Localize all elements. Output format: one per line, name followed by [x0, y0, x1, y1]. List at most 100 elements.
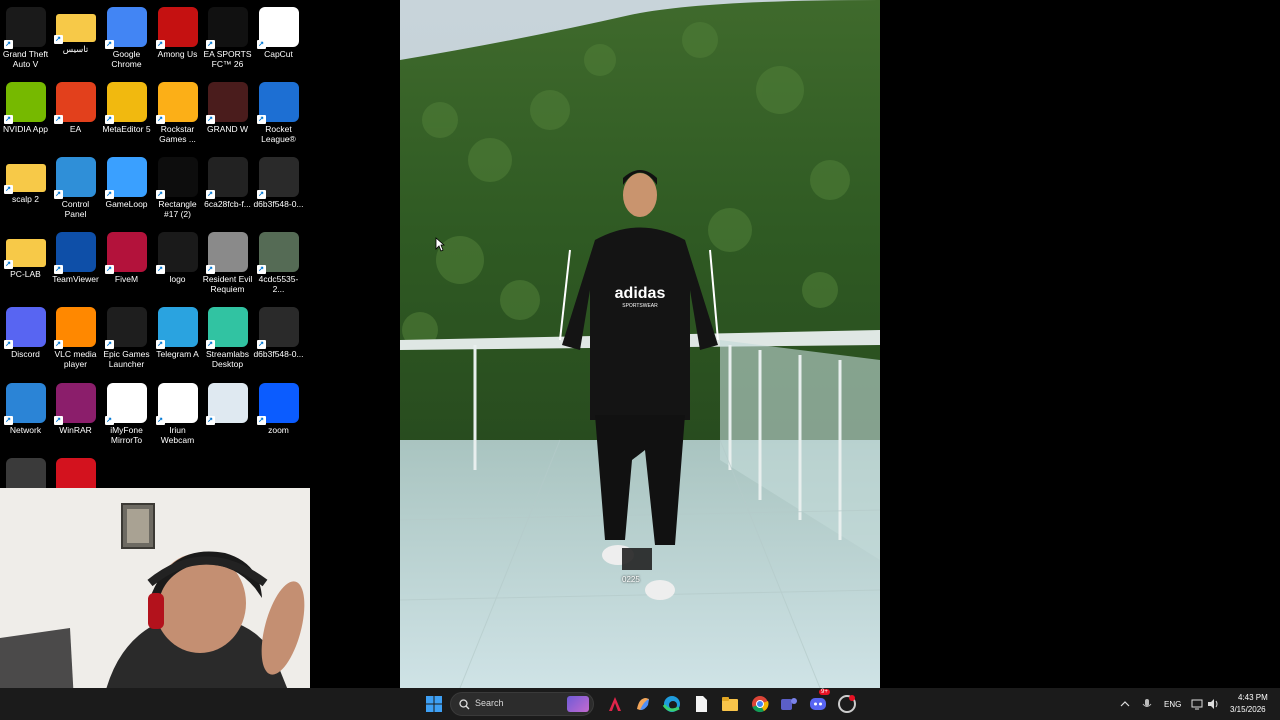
- desktop-icon[interactable]: ↗ zoom: [253, 380, 304, 435]
- windows-start-icon: [426, 696, 442, 712]
- desktop-icon[interactable]: ↗ Rectangle #17 (2): [152, 154, 203, 219]
- desktop-icon[interactable]: ↗ CapCut: [253, 4, 304, 59]
- shortcut-arrow-icon: ↗: [53, 340, 63, 349]
- desktop-icon-label: GameLoop: [105, 199, 148, 209]
- search-highlight-icon: [567, 696, 589, 712]
- desktop-icon-label: FiveM: [114, 274, 139, 284]
- desktop-icon-label: EA: [69, 124, 82, 134]
- gameloop-icon: ↗: [104, 157, 147, 199]
- rockstar-icon: ↗: [155, 82, 198, 124]
- control-panel-icon: ↗: [53, 157, 96, 199]
- desktop-icon-label: Rectangle #17 (2): [158, 199, 197, 219]
- desktop-icon[interactable]: ↗ Iriun Webcam: [152, 380, 203, 445]
- desktop-icon[interactable]: ↗ d6b3f548-0...: [253, 304, 304, 359]
- desktop-icon[interactable]: ↗ TeamViewer: [50, 229, 101, 284]
- desktop-icon[interactable]: ↗ FiveM: [101, 229, 152, 284]
- desktop-icon-label: Rocket League®: [261, 124, 296, 144]
- desktop-icon[interactable]: ↗ VLC media player: [50, 304, 101, 369]
- shortcut-arrow-icon: ↗: [3, 416, 13, 425]
- desktop-icon[interactable]: ↗ 6ca28fcb-f...: [202, 154, 253, 209]
- folder-icon: ↗: [3, 239, 46, 269]
- gta-v-icon: ↗: [3, 7, 46, 49]
- desktop-icon[interactable]: ↗ Discord: [0, 304, 51, 359]
- wallpaper-photo: adidas SPORTSWEAR 0225: [400, 0, 880, 688]
- desktop-icon[interactable]: ↗ GRAND W: [202, 79, 253, 134]
- clock-time[interactable]: 4:43 PM: [1238, 693, 1268, 702]
- shortcut-arrow-icon: ↗: [3, 340, 13, 349]
- desktop-icon-label: d6b3f548-0...: [253, 349, 304, 359]
- desktop-icon-label: Epic Games Launcher: [103, 349, 150, 369]
- desktop-icon[interactable]: ↗ EA: [50, 79, 101, 134]
- taskbar-teams-icon[interactable]: [777, 693, 799, 715]
- desktop-icon-label: Streamlabs Desktop: [206, 349, 249, 369]
- desktop-icon-label: WinRAR: [59, 425, 92, 435]
- shortcut-arrow-icon: ↗: [3, 185, 13, 194]
- shortcut-arrow-icon: ↗: [53, 416, 63, 425]
- desktop-icon-label: Google Chrome: [111, 49, 142, 69]
- desktop-icon-label: 6ca28fcb-f...: [204, 199, 251, 209]
- taskbar-faceit-icon[interactable]: [836, 693, 858, 715]
- desktop-icon[interactable]: ↗ تاسيس: [50, 4, 101, 54]
- taskbar-search-box[interactable]: Search: [450, 692, 594, 716]
- desktop-icon[interactable]: ↗ d6b3f548-0...: [253, 154, 304, 209]
- desktop-icon-label: GRAND W: [206, 124, 249, 134]
- desktop-icon[interactable]: ↗ Network: [0, 380, 51, 435]
- desktop-icon[interactable]: ↗ GameLoop: [101, 154, 152, 209]
- recycle-bin-icon: ↗: [205, 383, 248, 425]
- taskbar-copilot-icon[interactable]: [632, 693, 654, 715]
- shortcut-arrow-icon: ↗: [256, 115, 266, 124]
- desktop-icon[interactable]: ↗ logo: [152, 229, 203, 284]
- taskbar-file-explorer-icon[interactable]: [719, 693, 741, 715]
- image-file-icon: ↗: [256, 232, 299, 274]
- chevron-up-icon[interactable]: [1120, 699, 1130, 709]
- desktop-icon[interactable]: ↗ Streamlabs Desktop: [202, 304, 253, 369]
- shortcut-arrow-icon: ↗: [205, 265, 215, 274]
- desktop-icon[interactable]: ↗ Epic Games Launcher: [101, 304, 152, 369]
- metaeditor-icon: ↗: [104, 82, 147, 124]
- desktop-icon-label: Rockstar Games ...: [159, 124, 196, 144]
- image-file-icon: ↗: [205, 232, 248, 274]
- taskbar-discord-icon[interactable]: 9+: [807, 689, 830, 715]
- desktop-icon-label: VLC media player: [54, 349, 97, 369]
- desktop-icon[interactable]: ↗ scalp 2: [0, 154, 51, 204]
- desktop-icon[interactable]: ↗ MetaEditor 5: [101, 79, 152, 134]
- desktop-icon[interactable]: ↗ Telegram A: [152, 304, 203, 359]
- desktop-icon[interactable]: ↗ NVIDIA App: [0, 79, 51, 134]
- desktop-icon-label: Telegram A: [156, 349, 199, 359]
- desktop-icon-label: Iriun Webcam: [160, 425, 195, 445]
- clock-date[interactable]: 3/15/2026: [1230, 705, 1266, 714]
- start-button[interactable]: [423, 693, 445, 715]
- desktop-icon-label: logo: [169, 274, 186, 284]
- desktop-icon[interactable]: ↗ WinRAR: [50, 380, 101, 435]
- shortcut-arrow-icon: ↗: [205, 115, 215, 124]
- desktop-icon[interactable]: ↗ Rockstar Games ...: [152, 79, 203, 144]
- shortcut-arrow-icon: ↗: [3, 115, 13, 124]
- taskbar-file-icon[interactable]: [690, 693, 712, 715]
- image-file-icon: ↗: [256, 307, 299, 349]
- desktop-icon[interactable]: ↗ 4cdc5535-2...: [253, 229, 304, 294]
- taskbar-chrome-icon[interactable]: [749, 693, 771, 715]
- desktop-icon[interactable]: ↗ Grand Theft Auto V: [0, 4, 51, 69]
- taskbar-edge-icon[interactable]: [661, 693, 683, 715]
- desktop-icon-label: Among Us: [157, 49, 198, 59]
- desktop-icon[interactable]: ↗ iMyFone MirrorTo: [101, 380, 152, 445]
- zoom-icon: ↗: [256, 383, 299, 425]
- desktop-icon[interactable]: ↗ Control Panel: [50, 154, 101, 219]
- overlay-file-label: 0225: [622, 575, 640, 584]
- taskbar: 9+ ENG 4:43 PM 3/15/2026: [0, 688, 1280, 720]
- desktop-icon[interactable]: ↗ Rocket League®: [253, 79, 304, 144]
- discord-icon: ↗: [3, 307, 46, 349]
- desktop-icon[interactable]: ↗ EA SPORTS FC™ 26: [202, 4, 253, 69]
- desktop-icon[interactable]: ↗ Google Chrome: [101, 4, 152, 69]
- volume-icon[interactable]: [1207, 698, 1219, 710]
- taskbar-fivem-icon[interactable]: [604, 693, 626, 715]
- desktop-icon[interactable]: ↗ Resident Evil Requiem: [202, 229, 253, 294]
- shortcut-arrow-icon: ↗: [104, 265, 114, 274]
- desktop-icon[interactable]: ↗ PC-LAB: [0, 229, 51, 279]
- microphone-icon[interactable]: [1142, 698, 1152, 710]
- vlc-icon: ↗: [53, 307, 96, 349]
- desktop-icon[interactable]: ↗: [202, 380, 253, 425]
- desktop-icon[interactable]: ↗ Among Us: [152, 4, 203, 59]
- language-indicator[interactable]: ENG: [1164, 700, 1181, 709]
- display-icon[interactable]: [1191, 698, 1203, 710]
